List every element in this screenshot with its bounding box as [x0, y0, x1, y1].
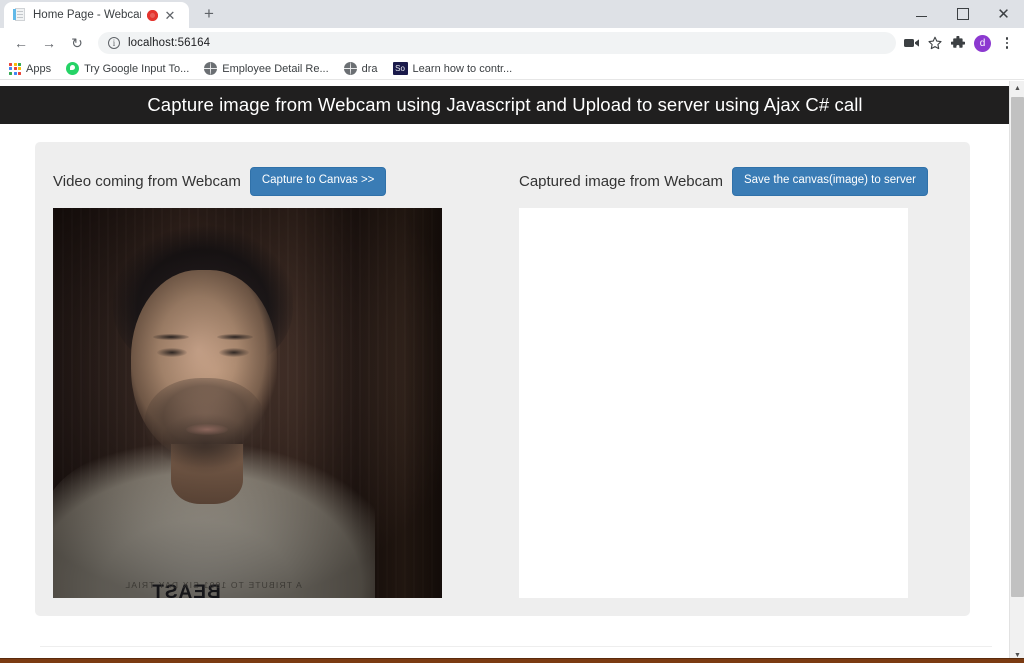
- bookmark-label: Learn how to contr...: [412, 62, 513, 75]
- window-controls: ✕: [901, 0, 1024, 28]
- bookmarks-bar: Apps Try Google Input To... Employee Det…: [0, 58, 1024, 80]
- captured-image-canvas[interactable]: [519, 208, 908, 598]
- new-tab-button[interactable]: +: [195, 1, 223, 27]
- minimize-button[interactable]: [901, 0, 942, 28]
- back-button[interactable]: ←: [8, 30, 34, 56]
- site-info-icon[interactable]: i: [108, 37, 120, 49]
- toolbar-icons: d: [904, 34, 1016, 52]
- video-vignette: [53, 208, 442, 598]
- so-icon: So: [392, 62, 408, 75]
- close-window-button[interactable]: ✕: [983, 0, 1024, 28]
- bookmark-employee-detail[interactable]: Employee Detail Re...: [204, 62, 329, 75]
- save-canvas-button[interactable]: Save the canvas(image) to server: [731, 167, 928, 196]
- forward-button[interactable]: →: [36, 30, 62, 56]
- taskbar-edge: [0, 658, 1024, 663]
- extensions-icon[interactable]: [951, 36, 965, 50]
- page-header-banner: Capture image from Webcam using Javascri…: [0, 86, 1010, 124]
- bookmark-apps[interactable]: Apps: [9, 62, 52, 75]
- bookmark-label: dra: [361, 62, 378, 75]
- tab-title: Home Page - Webcam Captu: [33, 9, 141, 21]
- chrome-menu-icon[interactable]: [1000, 37, 1014, 49]
- globe-icon: [343, 62, 357, 75]
- video-label: Video coming from Webcam: [53, 173, 241, 190]
- page-viewport: Capture image from Webcam using Javascri…: [0, 81, 1024, 663]
- tab-strip: Home Page - Webcam Captu ✕ + ✕: [0, 0, 1024, 28]
- canvas-label: Captured image from Webcam: [519, 173, 723, 190]
- page-divider: [40, 646, 992, 647]
- globe-icon: [204, 62, 218, 75]
- browser-tab[interactable]: Home Page - Webcam Captu ✕: [4, 2, 189, 28]
- url-text: localhost:56164: [128, 37, 211, 49]
- video-column: Video coming from Webcam Capture to Canv…: [53, 167, 519, 598]
- camera-icon[interactable]: [904, 37, 919, 49]
- bookmark-learn-how-to-contribute[interactable]: So Learn how to contr...: [392, 62, 513, 75]
- address-bar[interactable]: i localhost:56164: [98, 32, 896, 54]
- scroll-up-arrow-icon[interactable]: ▲: [1010, 81, 1024, 96]
- profile-avatar[interactable]: d: [974, 34, 991, 52]
- maximize-button[interactable]: [942, 0, 983, 28]
- capture-to-canvas-button[interactable]: Capture to Canvas >>: [249, 167, 387, 196]
- web-page: Capture image from Webcam using Javascri…: [0, 81, 1010, 647]
- content-panel: Video coming from Webcam Capture to Canv…: [35, 142, 970, 616]
- browser-window: Home Page - Webcam Captu ✕ + ✕ ← → ↻ i l…: [0, 0, 1024, 663]
- bookmark-label: Employee Detail Re...: [222, 62, 329, 75]
- bookmark-google-input-tools[interactable]: Try Google Input To...: [66, 62, 189, 75]
- browser-toolbar: ← → ↻ i localhost:56164 d: [0, 28, 1024, 58]
- reload-button[interactable]: ↻: [64, 30, 90, 56]
- bookmark-dra[interactable]: dra: [343, 62, 378, 75]
- webcam-video-stream[interactable]: BEAST A TRIBUTE TO 1991 SIX DAY TRIAL: [53, 208, 442, 598]
- whatsapp-icon: [66, 62, 80, 75]
- document-favicon: [13, 8, 27, 22]
- bookmark-label: Apps: [26, 62, 52, 75]
- recording-dot-icon: [147, 9, 158, 21]
- canvas-column: Captured image from Webcam Save the canv…: [519, 167, 928, 598]
- scrollbar-thumb[interactable]: [1011, 97, 1024, 597]
- apps-grid-icon: [9, 62, 21, 75]
- vertical-scrollbar[interactable]: ▲ ▼: [1009, 81, 1024, 663]
- close-tab-icon[interactable]: ✕: [164, 9, 176, 22]
- page-title: Capture image from Webcam using Javascri…: [147, 94, 863, 115]
- star-icon[interactable]: [928, 36, 942, 50]
- bookmark-label: Try Google Input To...: [84, 62, 190, 75]
